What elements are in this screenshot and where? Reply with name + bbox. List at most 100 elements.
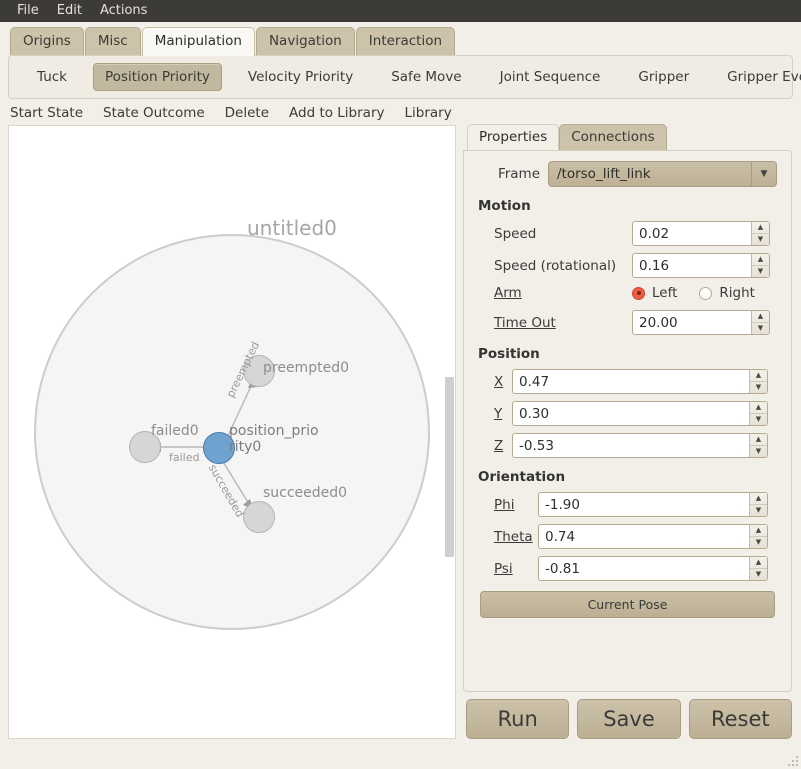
action-state-outcome[interactable]: State Outcome [103,105,205,121]
action-library[interactable]: Library [405,105,452,121]
arm-radio-left-label: Left [652,285,677,301]
spinner-down-icon[interactable]: ▼ [750,537,767,548]
canvas-vertical-scrollbar[interactable] [445,127,454,737]
state-type-joint-sequence[interactable]: Joint Sequence [488,63,613,91]
radio-selected-icon [632,287,645,300]
spinner-down-icon[interactable]: ▼ [752,323,769,334]
run-button[interactable]: Run [466,699,569,739]
speed-rotational-spin-buttons[interactable]: ▲ ▼ [751,254,769,277]
y-input[interactable] [513,402,749,425]
theta-spinner[interactable]: ▲ ▼ [538,524,768,549]
action-add-to-library[interactable]: Add to Library [289,105,384,121]
tab-interaction[interactable]: Interaction [356,27,455,55]
phi-label-text: Phi [494,497,514,513]
spinner-up-icon[interactable]: ▲ [750,525,767,537]
phi-spin-buttons[interactable]: ▲ ▼ [749,493,767,516]
menu-item-file[interactable]: File [8,1,48,21]
timeout-input[interactable] [633,311,751,334]
state-type-gripper[interactable]: Gripper [626,63,701,91]
arm-radio-right[interactable]: Right [699,285,755,301]
z-spin-buttons[interactable]: ▲ ▼ [749,434,767,457]
speed-spin-buttons[interactable]: ▲ ▼ [751,222,769,245]
tab-origins[interactable]: Origins [10,27,84,55]
z-input[interactable] [513,434,749,457]
arm-label-text: Arm [494,285,522,301]
spinner-down-icon[interactable]: ▼ [750,414,767,425]
state-node-label-preempted: preempted0 [263,360,349,376]
phi-input[interactable] [539,493,749,516]
tab-navigation[interactable]: Navigation [256,27,355,55]
action-start-state[interactable]: Start State [10,105,83,121]
arm-radio-group[interactable]: Left Right [632,285,777,301]
section-title-motion: Motion [478,198,777,214]
menu-item-edit[interactable]: Edit [48,1,91,21]
x-spinner[interactable]: ▲ ▼ [512,369,768,394]
spinner-down-icon[interactable]: ▼ [750,446,767,457]
save-button[interactable]: Save [577,699,680,739]
x-label: X [494,374,512,390]
timeout-spin-buttons[interactable]: ▲ ▼ [751,311,769,334]
menu-bar: File Edit Actions [0,0,801,22]
psi-spinner[interactable]: ▲ ▼ [538,556,768,581]
action-delete[interactable]: Delete [225,105,269,121]
speed-rotational-input[interactable] [633,254,751,277]
state-type-safe-move[interactable]: Safe Move [379,63,473,91]
current-pose-button[interactable]: Current Pose [480,591,775,618]
section-title-orientation: Orientation [478,469,777,485]
window-resize-grip[interactable] [786,754,798,766]
speed-rotational-spinner[interactable]: ▲ ▼ [632,253,770,278]
spinner-down-icon[interactable]: ▼ [750,505,767,516]
phi-spinner[interactable]: ▲ ▼ [538,492,768,517]
theta-spin-buttons[interactable]: ▲ ▼ [749,525,767,548]
z-spinner[interactable]: ▲ ▼ [512,433,768,458]
frame-select[interactable]: /torso_lift_link ▼ [548,161,777,187]
frame-row: Frame /torso_lift_link ▼ [478,161,777,187]
psi-input[interactable] [539,557,749,580]
state-type-gripper-event[interactable]: Gripper Event [715,63,801,91]
y-spinner[interactable]: ▲ ▼ [512,401,768,426]
psi-spin-buttons[interactable]: ▲ ▼ [749,557,767,580]
spinner-up-icon[interactable]: ▲ [750,557,767,569]
speed-input[interactable] [633,222,751,245]
spinner-up-icon[interactable]: ▲ [752,222,769,234]
primary-tab-strip: Origins Misc Manipulation Navigation Int… [0,22,801,55]
psi-label-text: Psi [494,561,513,577]
chevron-down-icon: ▼ [751,162,776,186]
field-row-psi: Psi ▲ ▼ [478,556,777,581]
speed-spinner[interactable]: ▲ ▼ [632,221,770,246]
spinner-up-icon[interactable]: ▲ [752,254,769,266]
x-input[interactable] [513,370,749,393]
state-node-succeeded[interactable] [243,501,275,533]
field-row-phi: Phi ▲ ▼ [478,492,777,517]
tab-connections[interactable]: Connections [559,124,666,150]
spinner-up-icon[interactable]: ▲ [752,311,769,323]
tab-properties[interactable]: Properties [467,124,559,151]
theta-input[interactable] [539,525,749,548]
psi-label: Psi [494,561,538,577]
spinner-down-icon[interactable]: ▼ [750,382,767,393]
spinner-up-icon[interactable]: ▲ [750,370,767,382]
spinner-down-icon[interactable]: ▼ [752,234,769,245]
tab-manipulation[interactable]: Manipulation [142,27,255,56]
tab-misc[interactable]: Misc [85,27,141,55]
field-row-speed-rotational: Speed (rotational) ▲ ▼ [478,253,777,278]
spinner-up-icon[interactable]: ▲ [750,493,767,505]
timeout-label: Time Out [494,315,632,331]
spinner-down-icon[interactable]: ▼ [750,569,767,580]
canvas-scrollbar-thumb[interactable] [445,377,454,557]
spinner-up-icon[interactable]: ▲ [750,402,767,414]
x-label-text: X [494,374,503,390]
position-group: X ▲ ▼ Y ▲ ▼ [478,369,777,458]
x-spin-buttons[interactable]: ▲ ▼ [749,370,767,393]
state-type-velocity-priority[interactable]: Velocity Priority [236,63,365,91]
menu-item-actions[interactable]: Actions [91,1,157,21]
state-type-position-priority[interactable]: Position Priority [93,63,222,91]
y-spin-buttons[interactable]: ▲ ▼ [749,402,767,425]
arm-radio-left[interactable]: Left [632,285,677,301]
spinner-down-icon[interactable]: ▼ [752,266,769,277]
reset-button[interactable]: Reset [689,699,792,739]
state-type-tuck[interactable]: Tuck [25,63,79,91]
state-machine-canvas[interactable]: untitled0 [8,125,456,739]
timeout-spinner[interactable]: ▲ ▼ [632,310,770,335]
spinner-up-icon[interactable]: ▲ [750,434,767,446]
